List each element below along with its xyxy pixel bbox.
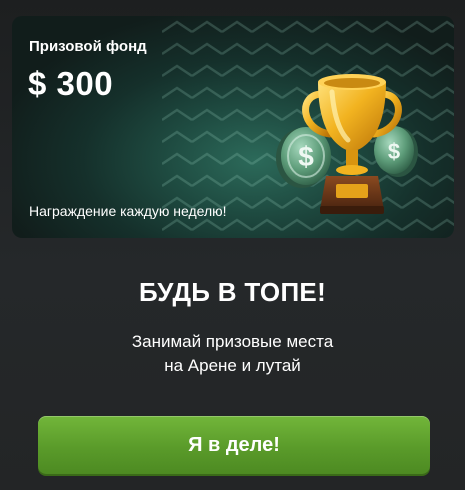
svg-text:$: $ xyxy=(298,141,314,172)
trophy-icon: $ $ xyxy=(276,74,418,214)
prize-fund-amount: $ 300 xyxy=(28,65,114,102)
prize-fund-subtitle: Награждение каждую неделю! xyxy=(29,203,227,219)
join-button[interactable]: Я в деле! xyxy=(38,416,430,474)
svg-text:$: $ xyxy=(388,139,400,164)
dollar-coin-icon: $ xyxy=(276,127,331,188)
prize-fund-title: Призовой фонд xyxy=(29,38,147,55)
description-line-2: на Арене и лутай xyxy=(164,356,301,375)
description-line-1: Занимай призовые места xyxy=(131,332,334,351)
prize-fund-card: Призовой фонд $ 300 Награждение каждую н… xyxy=(12,16,454,238)
description: Занимай призовые места на Арене и лутай xyxy=(0,330,465,378)
headline: БУДЬ В ТОПЕ! xyxy=(138,277,327,307)
